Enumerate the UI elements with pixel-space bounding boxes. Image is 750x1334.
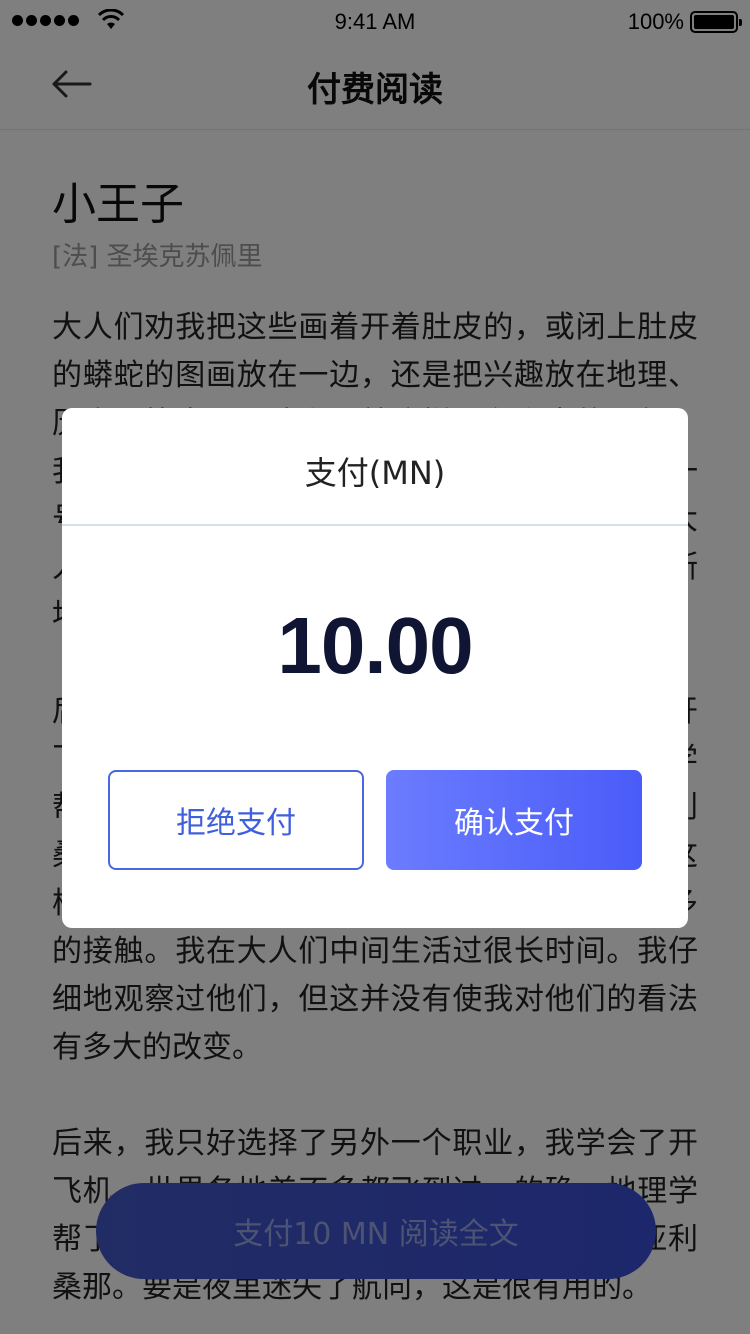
dialog-title: 支付(MN) (304, 454, 446, 492)
payment-dialog: 支付(MN) 10.00 拒绝支付 确认支付 (62, 408, 688, 928)
payment-amount: 10.00 (277, 601, 473, 690)
dialog-divider (62, 524, 688, 526)
confirm-payment-button[interactable]: 确认支付 (386, 770, 642, 870)
reject-payment-button[interactable]: 拒绝支付 (108, 770, 364, 870)
